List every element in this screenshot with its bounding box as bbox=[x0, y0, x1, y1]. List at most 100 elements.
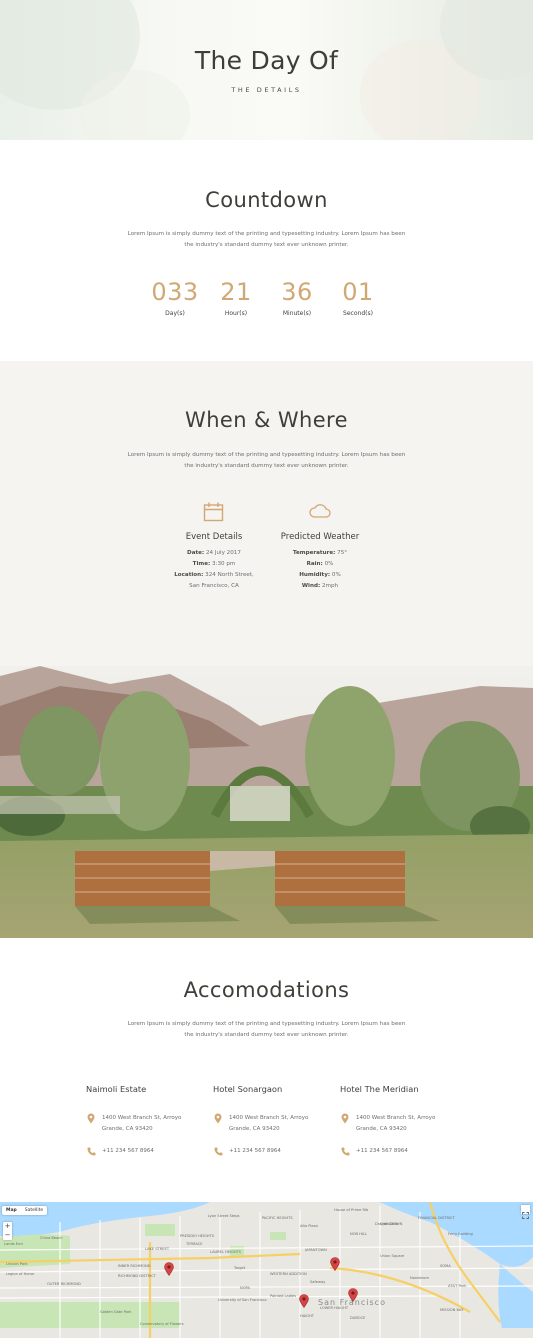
when-where-section bbox=[0, 361, 533, 666]
map-marker-icon[interactable] bbox=[330, 1257, 340, 1271]
map-label: NOPA bbox=[240, 1286, 250, 1290]
event-details-title: Event Details bbox=[185, 532, 243, 542]
hotel-address: 1400 West Branch St, Arroyo Grande, CA 9… bbox=[229, 1113, 308, 1135]
hotel-name-naimoli: Naimoli Estate bbox=[86, 1084, 147, 1094]
zoom-controls: + − bbox=[3, 1222, 12, 1240]
map-label: NOB HILL bbox=[350, 1232, 367, 1236]
countdown-seconds-label: Second(s) bbox=[343, 310, 373, 317]
map-label: FINANCIAL DISTRICT bbox=[418, 1216, 455, 1220]
when-where-description: Lorem Ipsum is simply dummy text of the … bbox=[126, 450, 407, 472]
accommodations-description: Lorem Ipsum is simply dummy text of the … bbox=[126, 1019, 407, 1041]
address-line: Grande, CA 93420 bbox=[356, 1126, 407, 1132]
map-tiles[interactable] bbox=[0, 1202, 533, 1338]
description-line: Lorem Ipsum is simply dummy text of the … bbox=[127, 452, 406, 458]
hotel-phone[interactable]: +11 234 567 8964 bbox=[102, 1146, 154, 1157]
map-label: Lyon Street Steps bbox=[208, 1214, 240, 1218]
map-label: RICHMOND DISTRICT bbox=[118, 1274, 156, 1278]
hotel-phone[interactable]: +11 234 567 8964 bbox=[229, 1146, 281, 1157]
address-line: Grande, CA 93420 bbox=[229, 1126, 280, 1132]
venue-photo bbox=[0, 666, 533, 938]
address-line: 1400 West Branch St, Arroyo bbox=[356, 1115, 436, 1121]
when-where-title: When & Where bbox=[185, 408, 348, 432]
countdown-title: Countdown bbox=[205, 188, 328, 212]
description-line: the industry's standard dummy text ever … bbox=[184, 1032, 349, 1038]
map-label: Dragon Gate bbox=[375, 1222, 398, 1226]
countdown-hours-label: Hour(s) bbox=[224, 310, 248, 317]
map-label: AT&T Park bbox=[448, 1284, 467, 1288]
map-label: DUBOCE bbox=[350, 1316, 366, 1320]
map-label: HAIGHT bbox=[300, 1314, 314, 1318]
map-label: Painted Ladies bbox=[270, 1294, 297, 1298]
page-title: The Day Of bbox=[194, 46, 339, 75]
map-type-tabs: Map Satellite bbox=[2, 1206, 48, 1215]
hotel-name-sonargaon: Hotel Sonargaon bbox=[213, 1084, 283, 1094]
map-label: Safeway bbox=[310, 1280, 326, 1284]
zoom-in-button[interactable]: + bbox=[3, 1222, 12, 1231]
map-label: WESTERN ADDITION bbox=[270, 1272, 307, 1276]
weather-title: Predicted Weather bbox=[280, 532, 360, 542]
countdown-minutes: 36 bbox=[281, 278, 313, 306]
countdown-description: Lorem Ipsum is simply dummy text of the … bbox=[126, 229, 407, 251]
map-marker-icon[interactable] bbox=[348, 1288, 358, 1302]
description-line: the industry's standard dummy text ever … bbox=[184, 242, 349, 248]
address-line: Grande, CA 93420 bbox=[102, 1126, 153, 1132]
countdown-seconds: 01 bbox=[342, 278, 374, 306]
phone-icon bbox=[341, 1147, 350, 1156]
map-label: Ferry Building bbox=[448, 1232, 473, 1236]
map-label: House of Prime Rib bbox=[334, 1208, 369, 1212]
weather-temperature: Temperature: 75° bbox=[292, 550, 348, 556]
cloud-icon bbox=[309, 504, 331, 518]
map-label: INNER RICHMOND bbox=[118, 1264, 151, 1268]
weather-humidity: Humidity: 0% bbox=[299, 572, 341, 578]
description-line: Lorem Ipsum is simply dummy text of the … bbox=[127, 1021, 406, 1027]
location-pin-icon bbox=[87, 1113, 95, 1124]
phone-icon bbox=[214, 1147, 223, 1156]
address-line: 1400 West Branch St, Arroyo bbox=[229, 1115, 309, 1121]
map-tab-satellite[interactable]: Satellite bbox=[21, 1206, 47, 1215]
map-label: Nordstrom bbox=[410, 1276, 429, 1280]
map-label: Alta Plaza bbox=[300, 1224, 318, 1228]
countdown-days-label: Day(s) bbox=[165, 310, 185, 317]
google-map[interactable]: Lyon Street Steps PACIFIC HEIGHTS Alta P… bbox=[0, 1202, 533, 1338]
map-label: SOMA bbox=[440, 1264, 451, 1268]
map-label: PRESIDIO HEIGHTS bbox=[180, 1234, 215, 1238]
hotel-address: 1400 West Branch St, Arroyo Grande, CA 9… bbox=[356, 1113, 435, 1135]
page-subtitle: THE DETAILS bbox=[231, 86, 302, 94]
weather-rain: Rain: 0% bbox=[306, 561, 334, 567]
ceremony-lawn-image bbox=[0, 666, 533, 938]
calendar-icon bbox=[203, 502, 224, 522]
location-pin-icon bbox=[341, 1113, 349, 1124]
map-label: University of San Francisco bbox=[218, 1298, 267, 1302]
zoom-out-button[interactable]: − bbox=[3, 1231, 12, 1240]
phone-icon bbox=[87, 1147, 96, 1156]
map-marker-icon[interactable] bbox=[299, 1294, 309, 1308]
map-label: MISSION BAY bbox=[440, 1308, 464, 1312]
hotel-name-meridian: Hotel The Meridian bbox=[340, 1084, 419, 1094]
hotel-address: 1400 West Branch St, Arroyo Grande, CA 9… bbox=[102, 1113, 181, 1135]
map-label: Golden Gate Park bbox=[100, 1310, 132, 1314]
map-label: PACIFIC HEIGHTS bbox=[262, 1216, 293, 1220]
map-tab-map[interactable]: Map bbox=[2, 1206, 21, 1215]
map-label: Lands End bbox=[4, 1242, 23, 1246]
fullscreen-button[interactable] bbox=[521, 1205, 530, 1219]
map-label: Conservatory of Flowers bbox=[140, 1322, 184, 1326]
description-line: the industry's standard dummy text ever … bbox=[184, 463, 349, 469]
map-label: LAUREL HEIGHTS bbox=[210, 1250, 242, 1254]
hero-banner: The Day Of THE DETAILS bbox=[0, 0, 533, 140]
map-marker-icon[interactable] bbox=[164, 1262, 174, 1276]
location-pin-icon bbox=[214, 1113, 222, 1124]
address-line: 1400 West Branch St, Arroyo bbox=[102, 1115, 182, 1121]
weather-details: Temperature: 75° Rain: 0% Humidity: 0% W… bbox=[250, 548, 390, 592]
map-label: Target bbox=[234, 1266, 246, 1270]
map-label: OUTER RICHMOND bbox=[47, 1282, 81, 1286]
accommodations-title: Accomodations bbox=[183, 978, 350, 1002]
weather-wind: Wind: 2mph bbox=[301, 583, 339, 589]
description-line: Lorem Ipsum is simply dummy text of the … bbox=[127, 231, 406, 237]
countdown-hours: 21 bbox=[220, 278, 252, 306]
map-label: Lincoln Park bbox=[6, 1262, 28, 1266]
map-label: LAKE STREET bbox=[145, 1247, 170, 1251]
countdown-days: 033 bbox=[151, 278, 199, 306]
hotel-phone[interactable]: +11 234 567 8964 bbox=[356, 1146, 408, 1157]
map-label: China Beach bbox=[40, 1236, 63, 1240]
map-label: Union Square bbox=[380, 1254, 405, 1258]
